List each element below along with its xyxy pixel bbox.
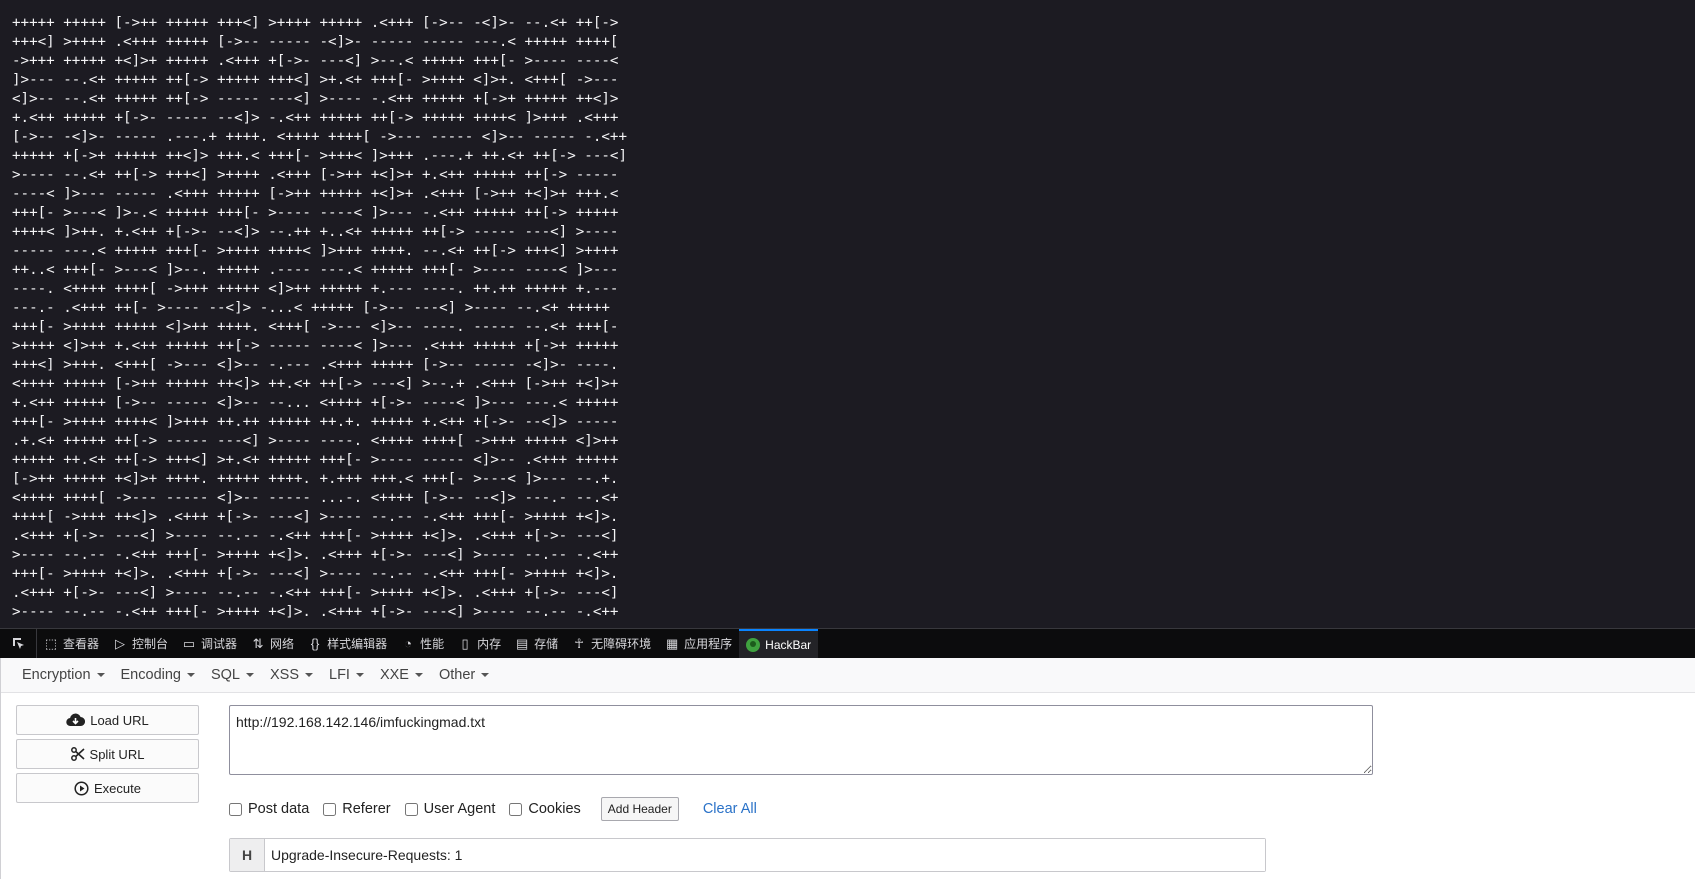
cookies-checkbox[interactable] <box>509 802 523 816</box>
tab-hackbar[interactable]: HackBar <box>739 629 819 658</box>
caret-down-icon <box>355 673 364 677</box>
hackbar-panel: Encryption Encoding SQL XSS LFI XXE Othe… <box>0 658 1695 879</box>
header-tag: H <box>230 839 265 871</box>
tab-accessibility[interactable]: ☥ 无障碍环境 <box>565 629 658 658</box>
tab-network[interactable]: ⇅ 网络 <box>244 629 301 658</box>
menu-sql[interactable]: SQL <box>204 661 261 689</box>
caret-down-icon <box>96 673 105 677</box>
tab-application[interactable]: ▦ 应用程序 <box>658 629 739 658</box>
menu-xxe[interactable]: XXE <box>373 661 430 689</box>
execute-button[interactable]: Execute <box>16 773 199 803</box>
application-icon: ▦ <box>665 635 679 651</box>
scissors-icon <box>70 747 85 761</box>
style-editor-icon: {} <box>310 636 320 651</box>
caret-down-icon <box>305 673 314 677</box>
load-url-button[interactable]: Load URL <box>16 705 199 735</box>
brainfuck-text: +++++ +++++ [->++ +++++ +++<] >++++ ++++… <box>12 15 627 620</box>
hackbar-menu: Encryption Encoding SQL XSS LFI XXE Othe… <box>1 658 1695 693</box>
menu-encoding[interactable]: Encoding <box>114 661 202 689</box>
hackbar-icon <box>746 637 761 652</box>
storage-icon: ▤ <box>515 635 529 651</box>
header-row: H <box>229 838 1266 872</box>
tab-storage[interactable]: ▤ 存储 <box>508 629 565 658</box>
menu-other[interactable]: Other <box>432 661 496 689</box>
play-circle-icon <box>74 780 89 796</box>
devtools-toolbar: ⬚ 查看器 ▷ 控制台 ▭ 调试器 ⇅ 网络 {} 样式编辑器 ◔ 性能 ▯ 内存 ▤ 存储 ☥… <box>0 628 1695 658</box>
referer-checkbox[interactable] <box>323 802 337 816</box>
inspector-icon: ⬚ <box>44 635 58 651</box>
caret-down-icon <box>414 673 423 677</box>
tab-memory[interactable]: ▯ 内存 <box>451 629 508 658</box>
split-url-button[interactable]: Split URL <box>16 739 199 769</box>
tab-style-editor[interactable]: {} 样式编辑器 <box>301 629 394 658</box>
caret-down-icon <box>246 673 254 677</box>
tab-performance[interactable]: ◔ 性能 <box>394 629 451 658</box>
performance-icon: ◔ <box>404 636 412 651</box>
add-header-button[interactable]: Add Header <box>600 797 679 821</box>
menu-xss[interactable]: XSS <box>263 661 320 689</box>
menu-lfi[interactable]: LFI <box>322 661 371 689</box>
user-agent-option[interactable]: User Agent <box>404 801 495 817</box>
cookies-option[interactable]: Cookies <box>509 801 581 817</box>
menu-encryption[interactable]: Encryption <box>15 661 112 689</box>
tab-inspector[interactable]: ⬚ 查看器 <box>37 629 106 658</box>
memory-icon: ▯ <box>461 635 469 651</box>
console-icon: ▷ <box>115 635 126 651</box>
cloud-download-icon <box>66 713 86 727</box>
accessibility-icon: ☥ <box>574 635 584 651</box>
post-data-option[interactable]: Post data <box>229 801 309 817</box>
clear-all-link[interactable]: Clear All <box>703 801 757 817</box>
debugger-icon: ▭ <box>182 635 196 651</box>
url-input[interactable]: http://192.168.142.146/imfuckingmad.txt <box>229 705 1373 775</box>
tab-console[interactable]: ▷ 控制台 <box>106 629 175 658</box>
user-agent-checkbox[interactable] <box>404 802 418 816</box>
page-content: +++++ +++++ [->++ +++++ +++<] >++++ ++++… <box>0 0 1695 628</box>
element-picker-icon[interactable] <box>0 629 37 658</box>
caret-down-icon <box>186 673 195 677</box>
header-value-input[interactable] <box>265 839 1265 871</box>
request-options: Post data Referer User Agent Cookies Add… <box>229 797 757 821</box>
caret-down-icon <box>481 673 490 677</box>
tab-debugger[interactable]: ▭ 调试器 <box>175 629 244 658</box>
network-icon: ⇅ <box>252 635 264 651</box>
post-data-checkbox[interactable] <box>229 802 242 816</box>
referer-option[interactable]: Referer <box>323 801 391 817</box>
